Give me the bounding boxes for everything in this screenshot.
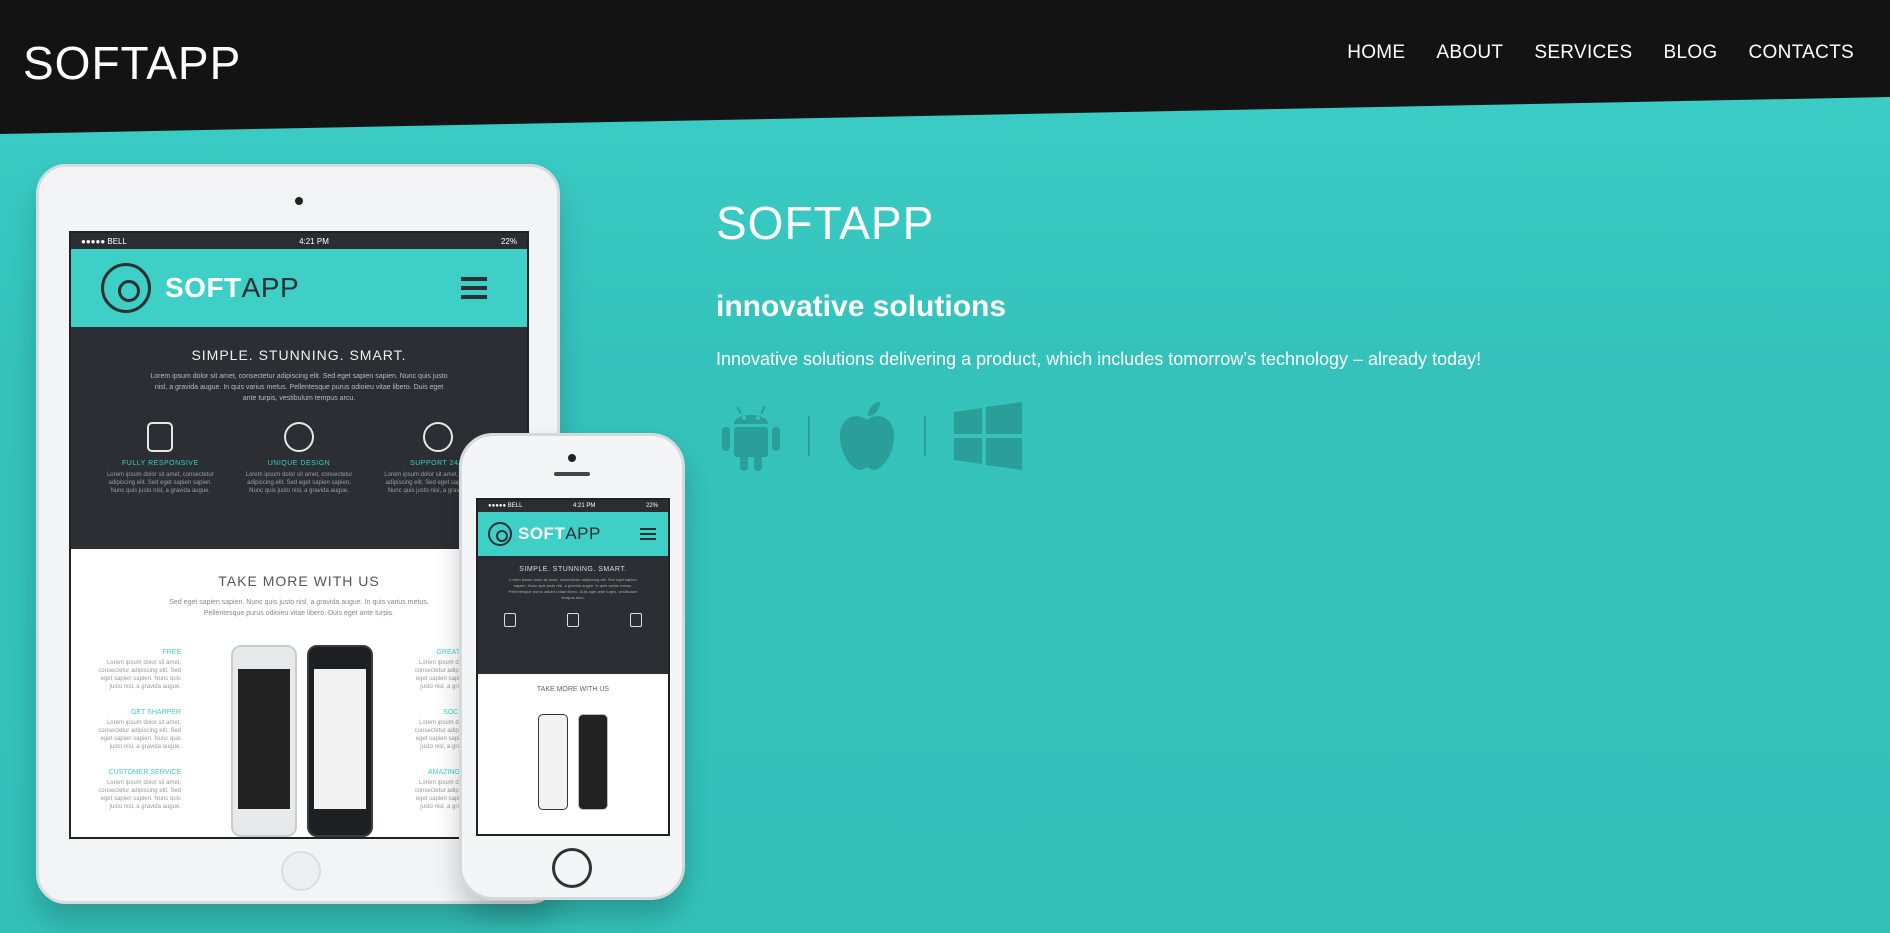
phone-screen: ●●●●● BELL 4:21 PM 22% SOFTAPP SIMPLE. S…	[476, 498, 670, 836]
app-dark-heading: SIMPLE. STUNNING. SMART.	[519, 566, 627, 573]
mini-phone-dark	[307, 645, 373, 837]
app-dark-text: Lorem ipsum dolor sit amet, consectetur …	[150, 373, 448, 402]
feature-label: UNIQUE DESIGN	[267, 460, 331, 467]
app-light-text: Sed eget sapien sapien. Nunc quis justo …	[169, 599, 429, 617]
apple-icon[interactable]	[836, 400, 898, 472]
main-nav: HOME ABOUT SERVICES BLOG CONTACTS	[1347, 42, 1854, 64]
mini-phone-screen	[238, 669, 290, 809]
app-light-section: TAKE MORE WITH US	[478, 674, 668, 824]
lightbulb-icon	[283, 422, 314, 452]
list-item-text: Lorem ipsum dolor sit amet, consectetur …	[98, 780, 181, 810]
mini-phone-white	[538, 714, 568, 810]
app-logo-bold: SOFT	[518, 524, 566, 543]
app-header: SOFTAPP	[478, 512, 668, 556]
hamburger-icon	[640, 528, 656, 540]
status-time: 4:21 PM	[299, 236, 329, 246]
tablet-device-icon	[147, 422, 174, 452]
clock-icon	[422, 422, 453, 452]
hero-subtitle: innovative solutions	[716, 290, 1007, 323]
list-item-title: FREE	[162, 649, 181, 656]
app-header: SOFTAPP	[71, 249, 527, 327]
mini-phone-dark	[578, 714, 608, 810]
app-logo-icon	[101, 263, 151, 313]
app-dark-section: SIMPLE. STUNNING. SMART. Lorem ipsum dol…	[478, 556, 668, 674]
tablet-home-button	[281, 851, 321, 891]
app-logo-text: SOFTAPP	[165, 272, 299, 304]
mini-phone-white	[231, 645, 297, 837]
feature-item: FULLY RESPONSIVE Lorem ipsum dolor sit a…	[105, 422, 215, 495]
app-logo-bold: SOFT	[165, 272, 242, 303]
app-logo-light: APP	[241, 272, 300, 303]
platform-icons	[720, 400, 1024, 472]
windows-icon[interactable]	[952, 400, 1024, 472]
list-item-title: GET SHARPER	[130, 709, 181, 716]
status-time: 4:21 PM	[573, 503, 596, 509]
tablet-device-icon	[503, 613, 516, 627]
tablet-statusbar: ●●●●● BELL 4:21 PM 22%	[71, 233, 527, 249]
app-dark-heading: SIMPLE. STUNNING. SMART.	[191, 347, 407, 363]
status-carrier: ●●●●● BELL	[81, 236, 127, 246]
app-logo-light: APP	[565, 524, 601, 543]
feature-item: UNIQUE DESIGN Lorem ipsum dolor sit amet…	[244, 422, 354, 495]
feature-text: Lorem ipsum dolor sit amet, consectetur …	[106, 472, 214, 494]
left-feature-list: FREE Lorem ipsum dolor sit amet, consecte…	[91, 649, 181, 829]
feature-text: Lorem ipsum dolor sit amet, consectetur …	[245, 472, 353, 494]
nav-contacts[interactable]: CONTACTS	[1749, 42, 1855, 64]
list-item: GET SHARPER Lorem ipsum dolor sit amet, c…	[91, 709, 181, 751]
mini-phone-screen	[314, 669, 366, 809]
list-item: FREE Lorem ipsum dolor sit amet, consecte…	[91, 649, 181, 691]
hamburger-icon	[461, 277, 487, 299]
nav-services[interactable]: SERVICES	[1534, 42, 1632, 64]
phone-mockup: ●●●●● BELL 4:21 PM 22% SOFTAPP SIMPLE. S…	[459, 433, 685, 900]
tablet-camera	[295, 197, 303, 205]
platform-divider	[808, 416, 810, 456]
app-logo-icon	[488, 522, 512, 546]
app-feature-icons	[478, 613, 668, 627]
nav-blog[interactable]: BLOG	[1664, 42, 1718, 64]
feature-label: FULLY RESPONSIVE	[122, 460, 199, 467]
lightbulb-icon	[566, 613, 579, 627]
hero-description: Innovative solutions delivering a produc…	[716, 349, 1482, 369]
hero-title: SOFTAPP	[716, 197, 935, 249]
status-battery: 22%	[500, 236, 517, 246]
app-logo-text: SOFTAPP	[518, 524, 601, 544]
nav-home[interactable]: HOME	[1347, 42, 1405, 64]
phone-camera	[568, 454, 576, 462]
app-dark-text: Lorem ipsum dolor sit amet, consectetur …	[508, 577, 638, 600]
list-item-text: Lorem ipsum dolor sit amet, consectetur …	[98, 660, 181, 690]
platform-divider	[924, 416, 926, 456]
list-item-text: Lorem ipsum dolor sit amet, consectetur …	[98, 720, 181, 750]
nav-about[interactable]: ABOUT	[1436, 42, 1503, 64]
status-carrier: ●●●●● BELL	[488, 503, 523, 509]
android-icon[interactable]	[720, 400, 782, 472]
clock-icon	[630, 613, 643, 627]
phone-home-button	[552, 848, 592, 888]
list-item-title: CUSTOMER SERVICE	[108, 769, 181, 776]
brand-logo[interactable]: SOFTAPP	[23, 36, 241, 90]
status-battery: 22%	[645, 503, 658, 509]
app-light-heading: TAKE MORE WITH US	[536, 686, 610, 693]
list-item: CUSTOMER SERVICE Lorem ipsum dolor sit am…	[91, 769, 181, 811]
phone-statusbar: ●●●●● BELL 4:21 PM 22%	[478, 500, 668, 512]
phone-speaker	[554, 472, 590, 476]
